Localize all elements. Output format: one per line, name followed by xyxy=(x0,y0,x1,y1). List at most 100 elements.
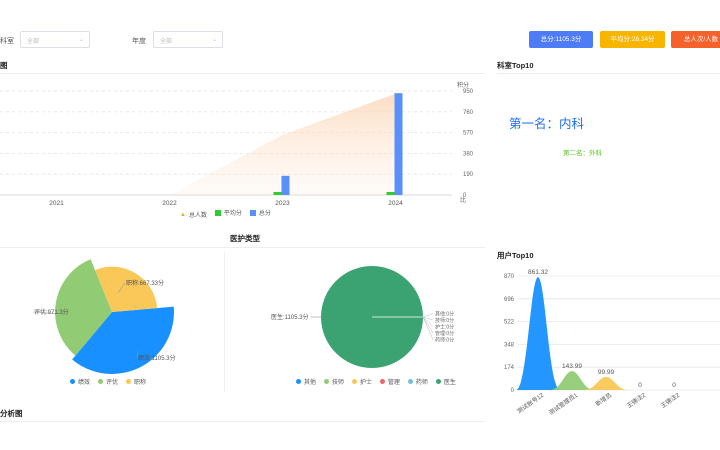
swatch-icon xyxy=(249,209,256,216)
x-tick-label: 2021 xyxy=(49,200,64,207)
slice-label: 医生:1105.3分 xyxy=(271,313,309,321)
legend-item[interactable]: 评优 xyxy=(97,377,118,386)
legend-label: 其他 xyxy=(304,380,317,386)
legend-label: 总分 xyxy=(258,211,271,217)
year-select[interactable]: 全部 ⌄ xyxy=(153,31,223,48)
data-label: 0 xyxy=(638,382,642,389)
x-tick-label: 测试管理员1 xyxy=(547,391,579,417)
legend-label: 技师 xyxy=(331,380,344,386)
legend-item[interactable]: 总分 xyxy=(249,208,271,217)
x-tick-label: 2023 xyxy=(275,200,290,207)
data-label: 99.99 xyxy=(598,369,615,376)
legend-item[interactable]: 职称 xyxy=(125,377,146,386)
legend-item[interactable]: 护士 xyxy=(351,377,372,386)
y-tick-label: 696 xyxy=(504,297,515,303)
dot-icon xyxy=(379,379,385,384)
data-label: 143.99 xyxy=(562,363,582,370)
slice-label: 药师:0分 xyxy=(435,337,454,344)
slice-label: 技师:0分 xyxy=(435,317,454,324)
analysis-title: 分析图 xyxy=(0,409,23,418)
user-score-area xyxy=(516,277,560,391)
dot-icon xyxy=(351,379,357,384)
total-score-bar xyxy=(281,175,290,195)
divider xyxy=(0,73,485,74)
care-types-title: 医护类型 xyxy=(230,234,260,243)
avg-score-button[interactable]: 平均分:28.34分 xyxy=(600,31,665,48)
legend-item[interactable]: 药师 xyxy=(407,377,428,386)
legend-item[interactable]: 医生 xyxy=(435,377,456,386)
label-line xyxy=(422,313,434,318)
slice-label: 护士:0分 xyxy=(435,324,454,331)
slice-label: 评优:971.3分 xyxy=(34,308,69,316)
user-top-chart: 861.32 143.99 99.99 0 0 870 696 522 348 174 0 测试账… xyxy=(504,269,720,417)
legend-item[interactable]: ▲ 总人数 xyxy=(180,210,207,220)
legend-item[interactable]: 其他 xyxy=(296,377,316,386)
y-axis-label: 积分 xyxy=(457,81,469,89)
trend-chart: 积分 比 2021 2022 2023 2024 9507605703801900 xyxy=(0,81,474,207)
dot-icon xyxy=(97,379,103,384)
legend-label: 管理 xyxy=(387,380,400,386)
divider xyxy=(0,421,485,422)
legend-item[interactable]: 绩效 xyxy=(70,377,90,386)
x-tick-label: 王德法2 xyxy=(659,391,682,410)
x-tick-label: 2024 xyxy=(388,200,403,207)
slice-label: 绩效:1105.3分 xyxy=(138,354,176,362)
per-capita-button[interactable]: 总人次/人数 xyxy=(671,31,720,48)
label-line xyxy=(422,316,434,340)
legend-label: 护士 xyxy=(359,380,372,386)
legend-item[interactable]: 管理 xyxy=(379,377,400,386)
swatch-icon xyxy=(214,209,221,216)
y-tick-label: 950 xyxy=(463,89,474,95)
y-tick-label: 522 xyxy=(504,320,515,326)
data-label: 0 xyxy=(672,382,676,389)
legend-label: 评优 xyxy=(105,380,118,386)
x-tick-label: 王德法2 xyxy=(625,391,648,410)
dept-rank-second: 第二名：外科 xyxy=(563,150,602,157)
dept-select-value: 全部 xyxy=(27,39,40,45)
pie-chart-left: 职称:667.33分评优:971.3分绩效:1105.3分 xyxy=(32,259,176,374)
pie-chart-right: 医生:1105.3分 其他:0分技师:0分护士:0分管理:0分药师:0分 xyxy=(271,266,454,368)
divider xyxy=(497,73,720,74)
year-select-value: 全部 xyxy=(160,39,173,45)
legend-item[interactable]: 平均分 xyxy=(214,208,242,217)
legend-label: 药师 xyxy=(415,380,428,386)
x-tick-label: 新增员 xyxy=(594,391,613,408)
legend-item[interactable]: 技师 xyxy=(323,377,344,386)
y-tick-label: 174 xyxy=(504,365,515,371)
dot-icon xyxy=(435,379,441,384)
y-tick-label: 570 xyxy=(463,131,474,137)
pie-left-legend: 绩效 评优 职称 xyxy=(70,377,152,386)
data-label: 861.32 xyxy=(528,269,548,276)
y-tick-label: 348 xyxy=(504,342,515,348)
y-tick-label: 760 xyxy=(463,110,474,116)
triangle-icon: ▲ xyxy=(180,211,186,218)
legend-label: 绩效 xyxy=(78,380,91,386)
y-tick-label: 0 xyxy=(511,388,515,394)
dot-icon xyxy=(125,379,131,384)
dept-filter-label: 科室 xyxy=(0,38,14,45)
slice-label: 职称:667.33分 xyxy=(126,279,164,287)
slice-label: 管理:0分 xyxy=(435,330,454,337)
dept-select[interactable]: 全部 ⌄ xyxy=(20,31,90,48)
dot-icon xyxy=(323,379,329,384)
pie-right-legend: 其他 技师 护士 管理 药师 医生 xyxy=(296,377,462,386)
total-score-button[interactable]: 总分:1105.3分 xyxy=(529,31,593,48)
user-score-area xyxy=(584,376,628,390)
dept-rank-first: 第一名：内科 xyxy=(509,117,585,131)
legend-label: 平均分 xyxy=(223,211,242,217)
legend-label: 职称 xyxy=(133,380,146,386)
x-tick-label: 测试账号12 xyxy=(515,391,545,416)
slice-label: 其他:0分 xyxy=(435,311,454,318)
dept-top-title: 科室Top10 xyxy=(497,61,534,70)
y-tick-label: 0 xyxy=(463,193,467,199)
y-tick-label: 190 xyxy=(463,172,474,178)
divider xyxy=(0,247,485,248)
total-score-bar xyxy=(394,93,403,195)
y-tick-label: 870 xyxy=(504,274,515,280)
legend-label: 医生 xyxy=(443,380,456,386)
legend-label: 总人数 xyxy=(188,213,207,219)
y-tick-label: 380 xyxy=(463,151,474,157)
dot-icon xyxy=(407,379,413,384)
chevron-down-icon: ⌄ xyxy=(78,37,84,43)
trend-chart-title: 图 xyxy=(0,61,8,70)
